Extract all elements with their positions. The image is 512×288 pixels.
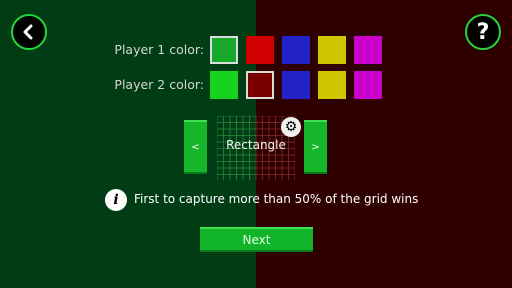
previous-shape-button[interactable]: < <box>184 120 207 174</box>
player2-color-row: Player 2 color: <box>0 71 512 101</box>
next-button[interactable]: Next <box>200 227 313 252</box>
player1-color-swatch[interactable] <box>282 36 310 64</box>
shape-label: Rectangle <box>226 138 286 152</box>
info-icon: i <box>105 189 127 211</box>
player2-color-swatch[interactable] <box>282 71 310 99</box>
player2-color-label: Player 2 color: <box>114 77 204 92</box>
player2-color-swatch[interactable] <box>210 71 238 99</box>
player1-color-label: Player 1 color: <box>114 42 204 57</box>
player1-color-swatch[interactable] <box>210 36 238 64</box>
player1-color-swatch[interactable] <box>354 36 382 64</box>
player2-color-swatch[interactable] <box>318 71 346 99</box>
player1-color-swatch[interactable] <box>246 36 274 64</box>
rule-info: i First to capture more than 50% of the … <box>0 189 512 213</box>
chevron-left-icon: < <box>191 141 200 153</box>
gear-icon: ⚙ <box>284 119 298 135</box>
player2-color-swatch[interactable] <box>246 71 274 99</box>
player2-color-swatch[interactable] <box>354 71 382 99</box>
rule-text: First to capture more than 50% of the gr… <box>134 192 419 206</box>
shape-settings-button[interactable]: ⚙ <box>281 117 301 137</box>
player1-color-swatch[interactable] <box>318 36 346 64</box>
player1-color-row: Player 1 color: <box>0 36 512 66</box>
next-shape-button[interactable]: > <box>304 120 327 174</box>
next-button-label: Next <box>242 232 271 247</box>
chevron-right-icon: > <box>311 141 320 153</box>
